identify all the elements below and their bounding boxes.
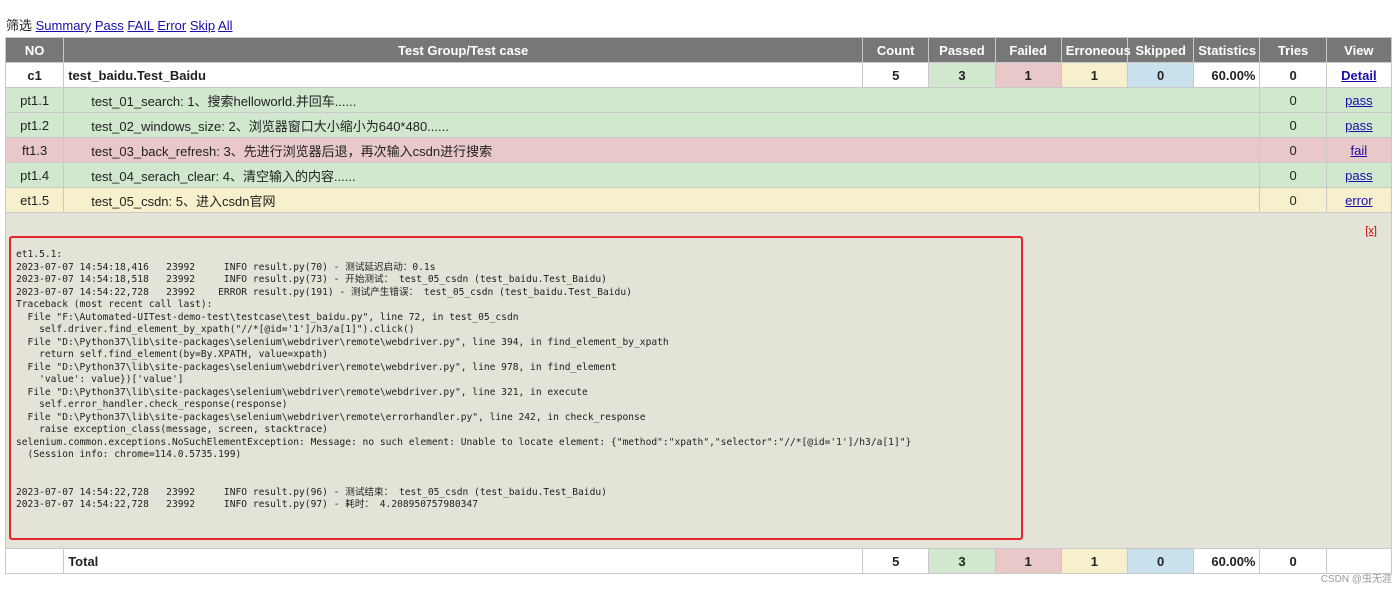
filter-pass-link[interactable]: Pass xyxy=(95,18,124,33)
col-view: View xyxy=(1325,37,1393,63)
filter-error-link[interactable]: Error xyxy=(157,18,186,33)
filter-label: 筛选 xyxy=(6,18,33,33)
table-row: ft1.3 test_03_back_refresh: 3、先进行浏览器后退，再… xyxy=(4,137,1393,163)
header-row: NO Test Group/Test case Count Passed Fai… xyxy=(4,37,1393,63)
total-failed: 1 xyxy=(994,548,1062,574)
case-tries: 0 xyxy=(1259,87,1327,113)
col-passed: Passed xyxy=(928,37,996,63)
group-skipped: 0 xyxy=(1127,62,1195,88)
log-output: et1.5.1: 2023-07-07 14:54:18,416 23992 I… xyxy=(16,249,912,510)
log-panel: [x] et1.5.1: 2023-07-07 14:54:18,416 239… xyxy=(5,212,1392,549)
case-no: pt1.4 xyxy=(4,162,65,188)
total-erroneous: 1 xyxy=(1060,548,1129,574)
filter-summary-link[interactable]: Summary xyxy=(36,18,92,33)
col-tries: Tries xyxy=(1259,37,1327,63)
view-pass-link[interactable]: pass xyxy=(1345,118,1372,133)
total-skipped: 0 xyxy=(1127,548,1195,574)
col-failed: Failed xyxy=(994,37,1062,63)
table-row: et1.5 test_05_csdn: 5、进入csdn官网 0 error xyxy=(4,187,1393,213)
case-tries: 0 xyxy=(1259,162,1327,188)
filter-fail-link[interactable]: FAIL xyxy=(127,18,153,33)
group-tries: 0 xyxy=(1259,62,1327,88)
total-tries: 0 xyxy=(1259,548,1327,574)
case-tries: 0 xyxy=(1259,112,1327,138)
case-tries: 0 xyxy=(1259,187,1327,213)
table-row: pt1.4 test_04_serach_clear: 4、清空输入的内容...… xyxy=(4,162,1393,188)
col-erroneous: Erroneous xyxy=(1060,37,1131,63)
col-skipped: Skipped xyxy=(1127,37,1195,63)
view-fail-link[interactable]: fail xyxy=(1351,143,1368,158)
case-name: test_04_serach_clear: 4、清空输入的内容...... xyxy=(63,162,1261,188)
group-count: 5 xyxy=(862,62,930,88)
detail-link[interactable]: Detail xyxy=(1341,68,1376,83)
view-pass-link[interactable]: pass xyxy=(1345,168,1372,183)
total-count: 5 xyxy=(862,548,930,574)
group-passed: 3 xyxy=(928,62,996,88)
total-row: Total 5 3 1 1 0 60.00% 0 xyxy=(4,548,1393,574)
case-view-cell: pass xyxy=(1325,87,1393,113)
group-erroneous: 1 xyxy=(1060,62,1129,88)
filter-all-link[interactable]: All xyxy=(218,18,232,33)
case-name: test_03_back_refresh: 3、先进行浏览器后退，再次输入csd… xyxy=(63,137,1261,163)
total-label: Total xyxy=(63,548,864,574)
case-no: pt1.1 xyxy=(4,87,65,113)
result-table: NO Test Group/Test case Count Passed Fai… xyxy=(4,37,1393,574)
case-no: et1.5 xyxy=(4,187,65,213)
case-no: ft1.3 xyxy=(4,137,65,163)
case-view-cell: pass xyxy=(1325,112,1393,138)
close-log-button[interactable]: [x] xyxy=(1365,225,1377,237)
log-row: [x] et1.5.1: 2023-07-07 14:54:18,416 239… xyxy=(5,212,1392,549)
group-name: test_baidu.Test_Baidu xyxy=(63,62,864,88)
case-view-cell: pass xyxy=(1325,162,1393,188)
total-statistics: 60.00% xyxy=(1193,548,1261,574)
case-name: test_02_windows_size: 2、浏览器窗口大小缩小为640*48… xyxy=(63,112,1261,138)
col-no: NO xyxy=(4,37,65,63)
case-no: pt1.2 xyxy=(4,112,65,138)
col-statistics: Statistics xyxy=(1193,37,1261,63)
case-view-cell: fail xyxy=(1325,137,1393,163)
col-count: Count xyxy=(862,37,930,63)
group-statistics: 60.00% xyxy=(1193,62,1261,88)
watermark: CSDN @虫无涯 xyxy=(1320,574,1392,585)
case-name: test_05_csdn: 5、进入csdn官网 xyxy=(63,187,1261,213)
group-failed: 1 xyxy=(994,62,1062,88)
col-test-case: Test Group/Test case xyxy=(63,37,864,63)
view-error-link[interactable]: error xyxy=(1345,193,1372,208)
case-name: test_01_search: 1、搜索helloworld.并回车...... xyxy=(63,87,1261,113)
table-row: pt1.2 test_02_windows_size: 2、浏览器窗口大小缩小为… xyxy=(4,112,1393,138)
case-view-cell: error xyxy=(1325,187,1393,213)
table-row: pt1.1 test_01_search: 1、搜索helloworld.并回车… xyxy=(4,87,1393,113)
total-no-empty xyxy=(4,548,65,574)
group-view-cell: Detail xyxy=(1325,62,1393,88)
filter-skip-link[interactable]: Skip xyxy=(190,18,215,33)
filter-bar: 筛选 Summary Pass FAIL Error Skip All xyxy=(6,15,232,34)
group-row: c1 test_baidu.Test_Baidu 5 3 1 1 0 60.00… xyxy=(4,62,1393,88)
case-tries: 0 xyxy=(1259,137,1327,163)
total-passed: 3 xyxy=(928,548,996,574)
group-no: c1 xyxy=(4,62,65,88)
view-pass-link[interactable]: pass xyxy=(1345,93,1372,108)
